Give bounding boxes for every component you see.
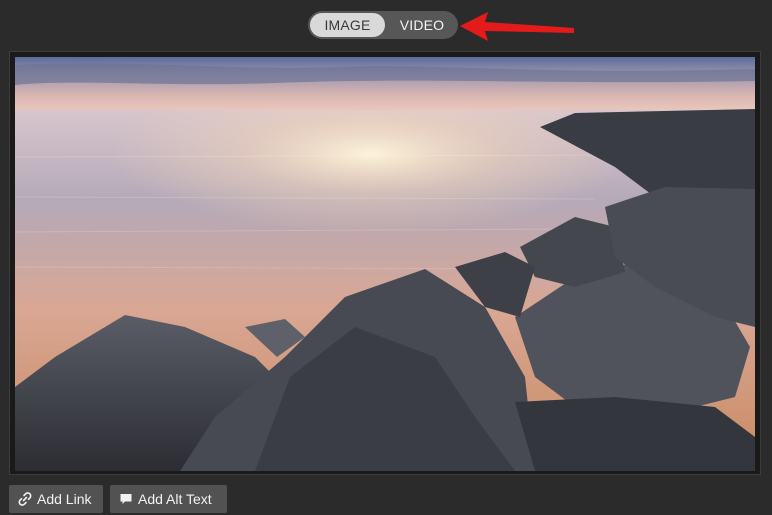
add-link-button[interactable]: Add Link [9, 485, 103, 513]
image-frame [9, 51, 761, 475]
link-icon [18, 492, 32, 506]
speech-bubble-icon [120, 494, 132, 504]
add-link-label: Add Link [37, 491, 92, 507]
media-type-toggle: IMAGE VIDEO [308, 11, 458, 39]
image-tab[interactable]: IMAGE [310, 13, 385, 37]
add-alt-text-label: Add Alt Text [138, 491, 212, 507]
red-arrow-annotation [460, 12, 574, 41]
video-tab[interactable]: VIDEO [387, 11, 457, 39]
photo-image[interactable] [15, 57, 755, 471]
add-alt-text-button[interactable]: Add Alt Text [110, 485, 227, 513]
